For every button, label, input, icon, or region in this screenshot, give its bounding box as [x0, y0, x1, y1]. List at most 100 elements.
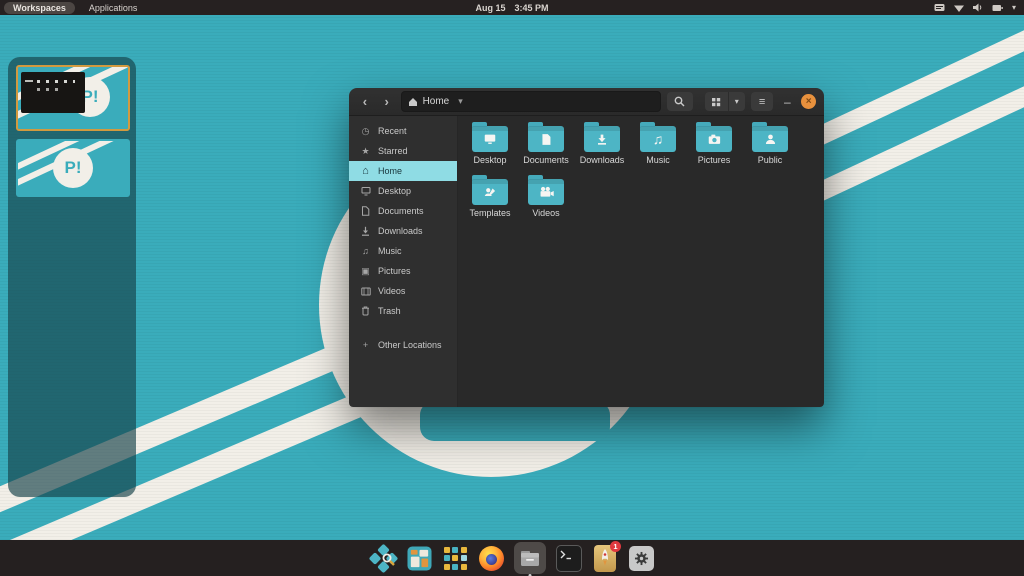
workspaces-icon: [406, 545, 432, 571]
minimize-button[interactable]: –: [779, 95, 795, 109]
dock-pop-launcher[interactable]: [368, 543, 398, 573]
folder-downloads[interactable]: Downloads: [574, 120, 630, 173]
date-label: Aug 15: [475, 2, 506, 13]
dock-firefox[interactable]: [478, 545, 504, 571]
chevron-down-icon: ▾: [1011, 3, 1016, 12]
folder-label: Desktop: [473, 155, 507, 165]
star-icon: ★: [361, 145, 370, 156]
sidebar-item-desktop[interactable]: Desktop: [349, 181, 457, 201]
workspace-switcher-panel: P! P!: [8, 57, 136, 497]
person-emblem-icon: [752, 126, 788, 152]
sidebar-item-music[interactable]: ♫ Music: [349, 241, 457, 261]
sidebar-item-downloads[interactable]: Downloads: [349, 221, 457, 241]
dock-files[interactable]: [514, 542, 546, 576]
sidebar-item-label: Downloads: [378, 226, 423, 236]
forward-button[interactable]: ›: [379, 93, 395, 111]
keyboard-indicator-icon: [934, 3, 945, 12]
workspaces-menu[interactable]: Workspaces: [4, 1, 75, 14]
camera-emblem-icon: [696, 126, 732, 152]
film-icon: [360, 287, 371, 296]
applications-menu[interactable]: Applications: [89, 3, 138, 13]
home-icon: [408, 97, 418, 107]
sidebar-item-starred[interactable]: ★ Starred: [349, 141, 457, 161]
sidebar-item-label: Recent: [378, 126, 407, 136]
sidebar-item-trash[interactable]: Trash: [349, 301, 457, 321]
search-button[interactable]: [667, 92, 693, 111]
view-options-caret[interactable]: ▾: [728, 92, 745, 111]
sidebar-item-label: Other Locations: [378, 340, 442, 350]
folder-templates[interactable]: Templates: [462, 173, 518, 226]
clock-button[interactable]: Aug 15 3:45 PM: [475, 3, 548, 13]
dock-terminal[interactable]: [556, 544, 582, 572]
sidebar-item-pictures[interactable]: ▣ Pictures: [349, 261, 457, 281]
back-button[interactable]: ‹: [357, 93, 373, 111]
sidebar-item-label: Trash: [378, 306, 401, 316]
sidebar-item-label: Videos: [378, 286, 406, 296]
sidebar-item-videos[interactable]: Videos: [349, 281, 457, 301]
sidebar-item-label: Documents: [378, 206, 424, 216]
mini-window-content: [37, 88, 61, 91]
folder-public[interactable]: Public: [742, 120, 798, 173]
path-bar[interactable]: Home ▾: [400, 91, 662, 112]
app-grid-icon: [443, 546, 467, 570]
sidebar-item-other-locations[interactable]: + Other Locations: [349, 335, 457, 355]
monitor-icon: [360, 186, 371, 196]
path-caret-icon[interactable]: ▾: [458, 96, 463, 107]
sidebar-item-recent[interactable]: ◷ Recent: [349, 121, 457, 141]
sidebar: ◷ Recent ★ Starred ⌂ Home Desktop Docume…: [349, 116, 458, 407]
folder-label: Public: [757, 155, 783, 165]
folder-videos[interactable]: Videos: [518, 173, 574, 226]
folder-documents[interactable]: Documents: [518, 120, 574, 173]
view-switcher: ▾: [704, 92, 745, 111]
dock-pop-shop[interactable]: 1: [592, 540, 621, 572]
sidebar-item-label: Home: [378, 166, 403, 176]
workspace-thumbnail-1[interactable]: P!: [16, 65, 130, 131]
folder-music[interactable]: ♫ Music: [630, 120, 686, 173]
update-badge: 1: [610, 540, 621, 552]
window-body: ◷ Recent ★ Starred ⌂ Home Desktop Docume…: [349, 116, 824, 407]
sidebar-item-label: Music: [378, 246, 402, 256]
picture-icon: ▣: [361, 265, 370, 276]
folder-icon: [752, 122, 788, 152]
workspace-thumbnail-2[interactable]: P!: [16, 139, 130, 197]
folder-icon: ♫: [640, 122, 676, 152]
folder-label: Videos: [532, 208, 560, 218]
sidebar-item-label: Pictures: [378, 266, 411, 276]
video-camera-emblem-icon: [528, 179, 564, 205]
folder-label: Templates: [469, 208, 511, 218]
folder-label: Pictures: [697, 155, 731, 165]
mini-window-content: [25, 80, 33, 82]
document-icon: [360, 206, 371, 216]
folder-pictures[interactable]: Pictures: [686, 120, 742, 173]
mini-window: [21, 72, 85, 113]
terminal-icon: [556, 544, 582, 572]
recent-icon: ◷: [361, 125, 370, 136]
sidebar-item-home[interactable]: ⌂ Home: [349, 161, 457, 181]
time-label: 3:45 PM: [514, 2, 549, 13]
sidebar-item-documents[interactable]: Documents: [349, 201, 457, 221]
mini-window-content: [37, 80, 75, 83]
system-tray[interactable]: ▾: [934, 3, 1024, 12]
desktop: Workspaces Applications Aug 15 3:45 PM ▾: [0, 0, 1024, 576]
headerbar: ‹ › Home ▾ ▾ ≡ – ×: [349, 88, 824, 116]
close-button[interactable]: ×: [801, 94, 817, 109]
document-emblem-icon: [528, 126, 564, 152]
sidebar-item-label: Starred: [378, 146, 408, 156]
desktop-emblem-icon: [472, 126, 508, 152]
file-grid: Desktop Documents Downloads ♫ Music Pict…: [458, 116, 824, 407]
wallpaper-logo-shape: [420, 401, 610, 441]
folder-desktop[interactable]: Desktop: [462, 120, 518, 173]
files-window: ‹ › Home ▾ ▾ ≡ – × ◷ Recent ★ Starred ⌂ …: [349, 88, 824, 407]
top-panel: Workspaces Applications Aug 15 3:45 PM ▾: [0, 0, 1024, 15]
download-icon: [360, 226, 371, 236]
dock-settings[interactable]: [628, 545, 654, 571]
dock-app-grid[interactable]: [442, 545, 468, 571]
grid-view-button[interactable]: [704, 92, 729, 111]
sidebar-item-label: Desktop: [378, 186, 412, 196]
files-icon: [521, 550, 539, 566]
settings-gear-icon: [628, 545, 654, 571]
folder-icon: [584, 122, 620, 152]
menu-button[interactable]: ≡: [750, 92, 774, 111]
pop-logo-text: P!: [64, 158, 82, 177]
dock-workspaces-overview[interactable]: [406, 545, 432, 571]
